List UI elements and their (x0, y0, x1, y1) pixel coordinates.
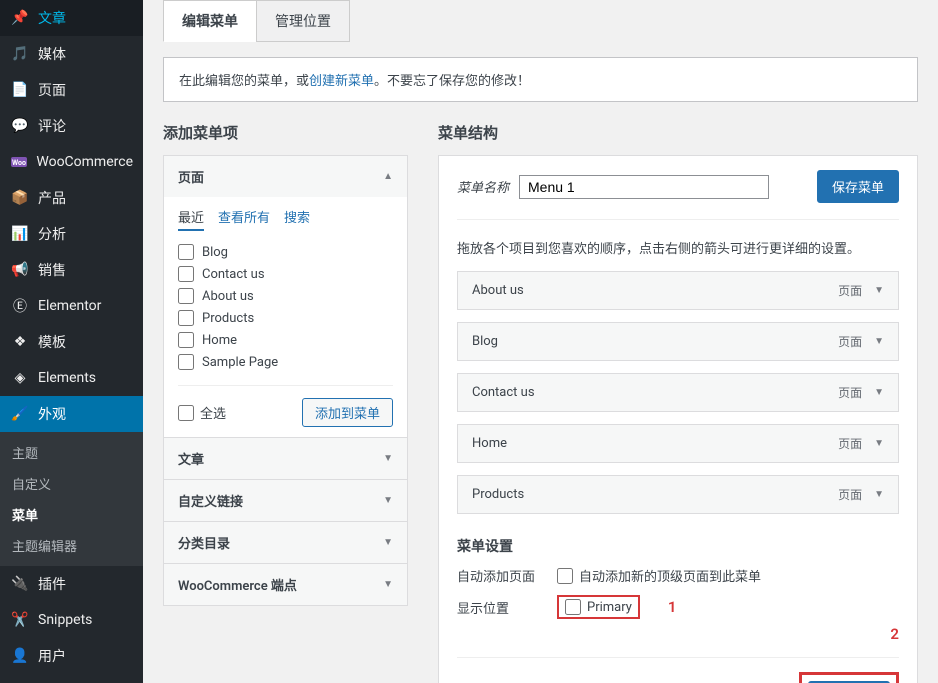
nav-tabs: 编辑菜单 管理位置 (163, 0, 918, 42)
check-blog[interactable] (178, 244, 194, 260)
annotation-2: 2 (890, 625, 899, 643)
caret-up-icon: ▲ (383, 171, 393, 182)
check-home[interactable] (178, 332, 194, 348)
sidebar-item-plugins[interactable]: 🔌插件 (0, 566, 143, 602)
caret-down-icon: ▼ (383, 453, 393, 464)
menu-settings-title: 菜单设置 (457, 536, 899, 556)
user-icon: 👤 (10, 646, 30, 666)
woo-icon: Woo (10, 152, 28, 172)
accordion-custom-links: 自定义链接 ▼ (163, 479, 408, 522)
marketing-icon: 📢 (10, 260, 30, 280)
sidebar-sub-menus[interactable]: 菜单 (0, 499, 143, 530)
check-contact[interactable] (178, 266, 194, 282)
sidebar-item-comments[interactable]: 💬评论 (0, 108, 143, 144)
display-location-label: 显示位置 (457, 598, 537, 617)
add-to-menu-button[interactable]: 添加到菜单 (302, 398, 393, 427)
main-content: 编辑菜单 管理位置 在此编辑您的菜单，或创建新菜单。不要忘了保存您的修改！ 添加… (143, 0, 938, 683)
sidebar-item-templates[interactable]: ❖模板 (0, 324, 143, 360)
accordion-pages-header[interactable]: 页面 ▲ (164, 156, 407, 197)
page-icon: 📄 (10, 80, 30, 100)
annotation-box-1: Primary (557, 595, 640, 619)
caret-down-icon: ▼ (383, 579, 393, 590)
sidebar-item-posts[interactable]: 📌文章 (0, 0, 143, 36)
sidebar-item-pages[interactable]: 📄页面 (0, 72, 143, 108)
save-menu-button-top[interactable]: 保存菜单 (817, 170, 899, 203)
sidebar-item-analytics[interactable]: 📊分析 (0, 216, 143, 252)
sidebar-item-woocommerce[interactable]: WooWooCommerce (0, 144, 143, 180)
product-icon: 📦 (10, 188, 30, 208)
page-checklist: Blog Contact us About us Products Home S… (178, 241, 393, 373)
tab-manage-locations[interactable]: 管理位置 (256, 0, 350, 42)
menu-item-about[interactable]: About us 页面▼ (457, 271, 899, 310)
accordion-posts: 文章 ▼ (163, 437, 408, 480)
accordion-posts-header[interactable]: 文章 ▼ (164, 438, 407, 479)
brush-icon: 🖌️ (10, 404, 30, 424)
subtab-search[interactable]: 搜索 (284, 207, 310, 231)
subtab-recent[interactable]: 最近 (178, 207, 204, 231)
sidebar-item-marketing[interactable]: 📢销售 (0, 252, 143, 288)
sidebar-item-appearance[interactable]: 🖌️外观 (0, 396, 143, 432)
caret-down-icon: ▼ (383, 537, 393, 548)
caret-down-icon: ▼ (874, 489, 884, 500)
plugin-icon: 🔌 (10, 574, 30, 594)
caret-down-icon: ▼ (874, 387, 884, 398)
check-about[interactable] (178, 288, 194, 304)
menu-item-contact[interactable]: Contact us 页面▼ (457, 373, 899, 412)
sidebar-sub-theme-editor[interactable]: 主题编辑器 (0, 530, 143, 561)
select-all-checkbox[interactable] (178, 405, 194, 421)
accordion-categories-header[interactable]: 分类目录 ▼ (164, 522, 407, 563)
auto-add-label: 自动添加页面 (457, 566, 537, 585)
tab-edit-menu[interactable]: 编辑菜单 (163, 0, 257, 42)
accordion-woo-endpoints-header[interactable]: WooCommerce 端点 ▼ (164, 564, 407, 605)
elements-icon: ◈ (10, 368, 30, 388)
menu-item-home[interactable]: Home 页面▼ (457, 424, 899, 463)
sidebar-sub-themes[interactable]: 主题 (0, 437, 143, 468)
pin-icon: 📌 (10, 8, 30, 28)
svg-text:Woo: Woo (12, 159, 26, 167)
analytics-icon: 📊 (10, 224, 30, 244)
subtab-view-all[interactable]: 查看所有 (218, 207, 270, 231)
accordion-pages: 页面 ▲ 最近 查看所有 搜索 Blog Contact us About us (163, 155, 408, 438)
sidebar-item-elementor[interactable]: ⒺElementor (0, 288, 143, 324)
sidebar-item-tools[interactable]: 🔧工具 (0, 674, 143, 683)
caret-down-icon: ▼ (874, 438, 884, 449)
sidebar-item-media[interactable]: 🎵媒体 (0, 36, 143, 72)
check-sample[interactable] (178, 354, 194, 370)
annotation-1: 1 (668, 598, 677, 616)
accordion-categories: 分类目录 ▼ (163, 521, 408, 564)
structure-title: 菜单结构 (438, 122, 918, 143)
check-products[interactable] (178, 310, 194, 326)
sidebar-item-elements[interactable]: ◈Elements (0, 360, 143, 396)
primary-checkbox[interactable] (565, 599, 581, 615)
caret-down-icon: ▼ (383, 495, 393, 506)
sidebar-submenu: 主题 自定义 菜单 主题编辑器 (0, 432, 143, 566)
annotation-box-2: 保存菜单 (799, 672, 899, 683)
menu-name-input[interactable] (519, 175, 769, 199)
accordion-woo-endpoints: WooCommerce 端点 ▼ (163, 563, 408, 606)
menu-name-label: 菜单名称 (457, 177, 509, 196)
admin-sidebar: 📌文章 🎵媒体 📄页面 💬评论 WooWooCommerce 📦产品 📊分析 📢… (0, 0, 143, 683)
add-items-title: 添加菜单项 (163, 122, 408, 143)
sidebar-item-products[interactable]: 📦产品 (0, 180, 143, 216)
accordion-custom-links-header[interactable]: 自定义链接 ▼ (164, 480, 407, 521)
template-icon: ❖ (10, 332, 30, 352)
menu-item-products[interactable]: Products 页面▼ (457, 475, 899, 514)
help-text: 拖放各个项目到您喜欢的顺序，点击右侧的箭头可进行更详细的设置。 (457, 238, 899, 257)
sidebar-sub-customize[interactable]: 自定义 (0, 468, 143, 499)
elementor-icon: Ⓔ (10, 296, 30, 316)
media-icon: 🎵 (10, 44, 30, 64)
menu-item-blog[interactable]: Blog 页面▼ (457, 322, 899, 361)
auto-add-checkbox[interactable] (557, 568, 573, 584)
snippets-icon: ✂️ (10, 610, 30, 630)
comment-icon: 💬 (10, 116, 30, 136)
create-menu-link[interactable]: 创建新菜单 (309, 74, 374, 89)
caret-down-icon: ▼ (874, 336, 884, 347)
info-notice: 在此编辑您的菜单，或创建新菜单。不要忘了保存您的修改！ (163, 57, 918, 102)
menu-panel: 菜单名称 保存菜单 拖放各个项目到您喜欢的顺序，点击右侧的箭头可进行更详细的设置… (438, 155, 918, 683)
sidebar-item-users[interactable]: 👤用户 (0, 638, 143, 674)
sidebar-item-snippets[interactable]: ✂️Snippets (0, 602, 143, 638)
caret-down-icon: ▼ (874, 285, 884, 296)
